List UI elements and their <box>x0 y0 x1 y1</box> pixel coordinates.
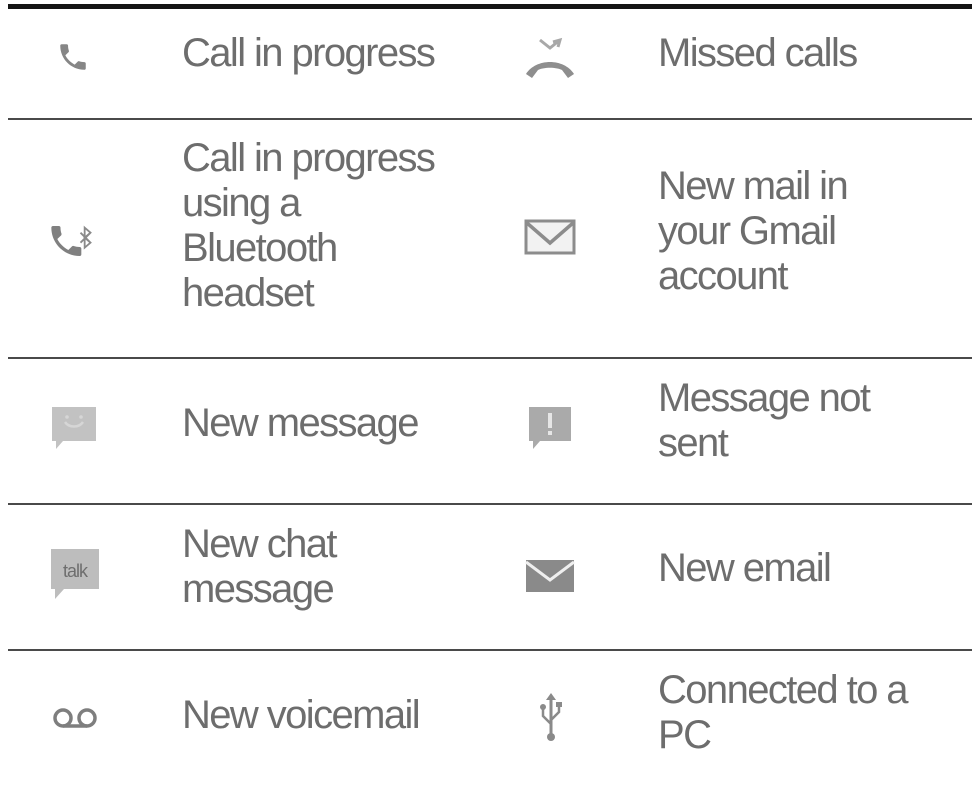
row2-left-label: Call in progress using a Bluetooth heads… <box>182 136 436 315</box>
talk-icon: talk <box>48 546 102 600</box>
row1-left-label: Call in progress <box>182 31 436 75</box>
row3-left-label: New message <box>182 401 419 445</box>
notification-icons-table: Call in progress Missed calls Call in pr… <box>0 0 972 793</box>
missed-call-icon <box>522 34 578 82</box>
row3-right-label: Message not sent <box>658 376 871 465</box>
voicemail-icon <box>48 700 102 736</box>
gmail-icon <box>524 216 576 258</box>
row-divider-4 <box>8 649 972 651</box>
row5-left-label: New voicemail <box>182 693 421 737</box>
email-icon <box>524 556 576 596</box>
table-top-rule <box>8 4 972 9</box>
new-message-icon <box>48 402 100 450</box>
row2-right-label: New mail in your Gmail account <box>658 164 849 298</box>
phone-icon <box>48 36 98 78</box>
row1-right-label: Missed calls <box>658 31 858 75</box>
row-divider-3 <box>8 503 972 505</box>
row-divider-2 <box>8 357 972 359</box>
bluetooth-phone-icon <box>46 218 100 264</box>
row-divider-1 <box>8 118 972 120</box>
talk-icon-text: talk <box>63 561 89 581</box>
row4-left-label: New chat message <box>182 522 338 611</box>
message-not-sent-icon <box>524 402 576 450</box>
usb-icon <box>528 690 574 746</box>
row4-right-label: New email <box>658 546 832 590</box>
row5-right-label: Connected to a PC <box>658 668 909 757</box>
